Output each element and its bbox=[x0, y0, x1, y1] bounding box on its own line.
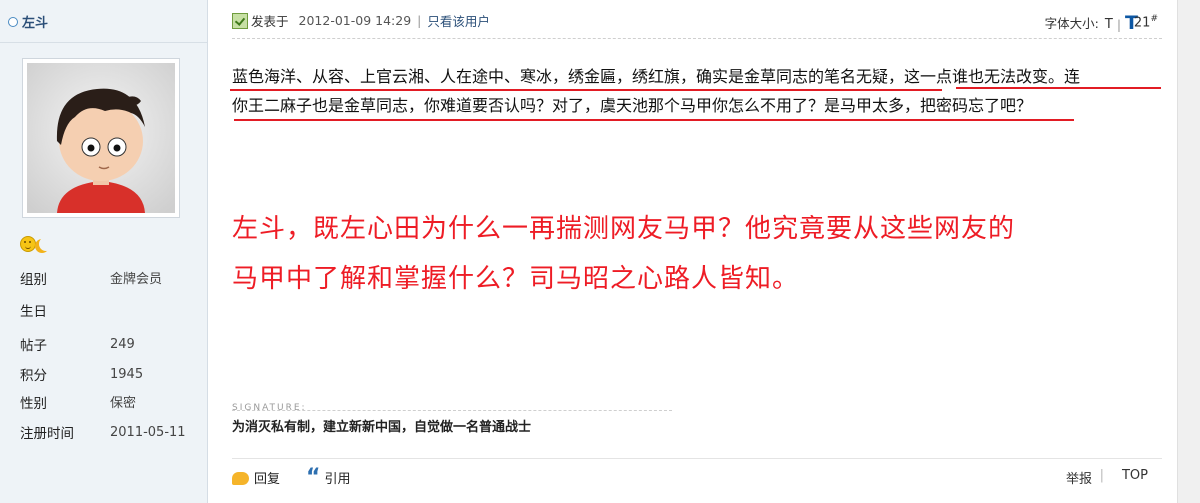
profile-key: 积分 bbox=[20, 368, 47, 384]
post-header: 发表于 2012-01-09 14:29 | 只看该用户 bbox=[232, 11, 490, 30]
font-size-label: 字体大小: bbox=[1044, 16, 1099, 31]
profile-row-birthday: 生日 bbox=[20, 300, 200, 320]
posted-label: 发表于 bbox=[251, 14, 289, 29]
avatar[interactable] bbox=[22, 58, 180, 218]
profile-row-gender: 性别 保密 bbox=[20, 392, 200, 412]
profile-key: 帖子 bbox=[20, 338, 47, 354]
floor-number: 21# bbox=[1134, 14, 1158, 30]
floor-value: 21 bbox=[1133, 15, 1151, 31]
font-small-button[interactable]: T bbox=[1105, 17, 1113, 32]
post-main: 发表于 2012-01-09 14:29 | 只看该用户 字体大小: T | T… bbox=[208, 0, 1200, 503]
rank-icons bbox=[20, 236, 53, 252]
profile-value: 2011-05-11 bbox=[110, 425, 186, 440]
post-footer: 回复 “ 引用 举报 | TOP bbox=[232, 464, 1150, 490]
font-size-control: 字体大小: T | T bbox=[1044, 13, 1138, 33]
floor-mark: # bbox=[1150, 14, 1158, 24]
signature-label: SIGNATURE: bbox=[232, 403, 307, 413]
author-sidebar: 左斗 组别 金牌会员 生日 帖子 249 积分 1945 性别 保密 注册时间 … bbox=[0, 0, 208, 503]
quote-button[interactable]: “ 引用 bbox=[306, 464, 351, 490]
online-status-icon bbox=[8, 16, 18, 27]
reply-label: 回复 bbox=[254, 472, 281, 487]
profile-row-group: 组别 金牌会员 bbox=[20, 268, 200, 288]
sun-rank-icon bbox=[20, 236, 36, 252]
avatar-image bbox=[27, 63, 175, 213]
annotation-comment: 左斗，既左心田为什么一再揣测网友马甲？他究竟要从这些网友的 马甲中了解和掌握什么… bbox=[232, 204, 1182, 304]
profile-key: 注册时间 bbox=[20, 426, 74, 442]
footer-divider bbox=[232, 458, 1162, 459]
post-body: 蓝色海洋、从容、上官云湘、人在途中、寒冰，绣金匾，绣红旗，确实是金草同志的笔名无… bbox=[232, 62, 1172, 120]
reply-button[interactable]: 回复 bbox=[232, 468, 280, 487]
profile-value: 249 bbox=[110, 337, 135, 352]
sidebar-divider bbox=[0, 42, 207, 43]
underline-mark bbox=[230, 89, 942, 91]
font-separator: | bbox=[1116, 17, 1122, 32]
right-edge-bar bbox=[1177, 0, 1200, 503]
signature-text: 为消灭私有制，建立新新中国，自觉做一名普通战士 bbox=[232, 420, 532, 435]
signature-divider bbox=[232, 410, 672, 411]
profile-value: 保密 bbox=[110, 396, 137, 411]
quote-label: 引用 bbox=[324, 472, 351, 487]
profile-row-points: 积分 1945 bbox=[20, 364, 200, 384]
report-link[interactable]: 举报 bbox=[1066, 468, 1092, 487]
underline-mark bbox=[234, 119, 1074, 121]
annotation-line: 马甲中了解和掌握什么？司马昭之心路人皆知。 bbox=[232, 264, 800, 294]
profile-key: 性别 bbox=[20, 396, 47, 412]
author-username[interactable]: 左斗 bbox=[22, 12, 48, 31]
post-icon bbox=[232, 12, 248, 29]
profile-key: 组别 bbox=[20, 272, 47, 288]
annotation-line: 左斗，既左心田为什么一再揣测网友马甲？他究竟要从这些网友的 bbox=[232, 214, 1016, 244]
post-time: 2012-01-09 14:29 bbox=[298, 13, 412, 28]
profile-row-posts: 帖子 249 bbox=[20, 334, 200, 354]
back-to-top-link[interactable]: TOP bbox=[1122, 468, 1148, 483]
quote-icon: “ bbox=[306, 464, 321, 490]
only-author-link[interactable]: 只看该用户 bbox=[427, 11, 490, 30]
header-separator: | bbox=[417, 13, 422, 28]
underline-mark bbox=[956, 87, 1161, 89]
post-body-line: 你王二麻子也是金草同志，你难道要否认吗？对了，虞天池那个马甲你怎么不用了？是马甲… bbox=[232, 96, 1033, 115]
header-divider bbox=[232, 38, 1162, 39]
moon-rank-icon bbox=[37, 236, 53, 252]
profile-row-registered: 注册时间 2011-05-11 bbox=[20, 422, 200, 442]
author-header: 左斗 bbox=[8, 12, 48, 31]
profile-value: 1945 bbox=[110, 367, 144, 382]
footer-separator: | bbox=[1099, 468, 1104, 483]
reply-icon bbox=[232, 472, 249, 485]
profile-value: 金牌会员 bbox=[110, 272, 163, 287]
profile-key: 生日 bbox=[20, 304, 47, 320]
